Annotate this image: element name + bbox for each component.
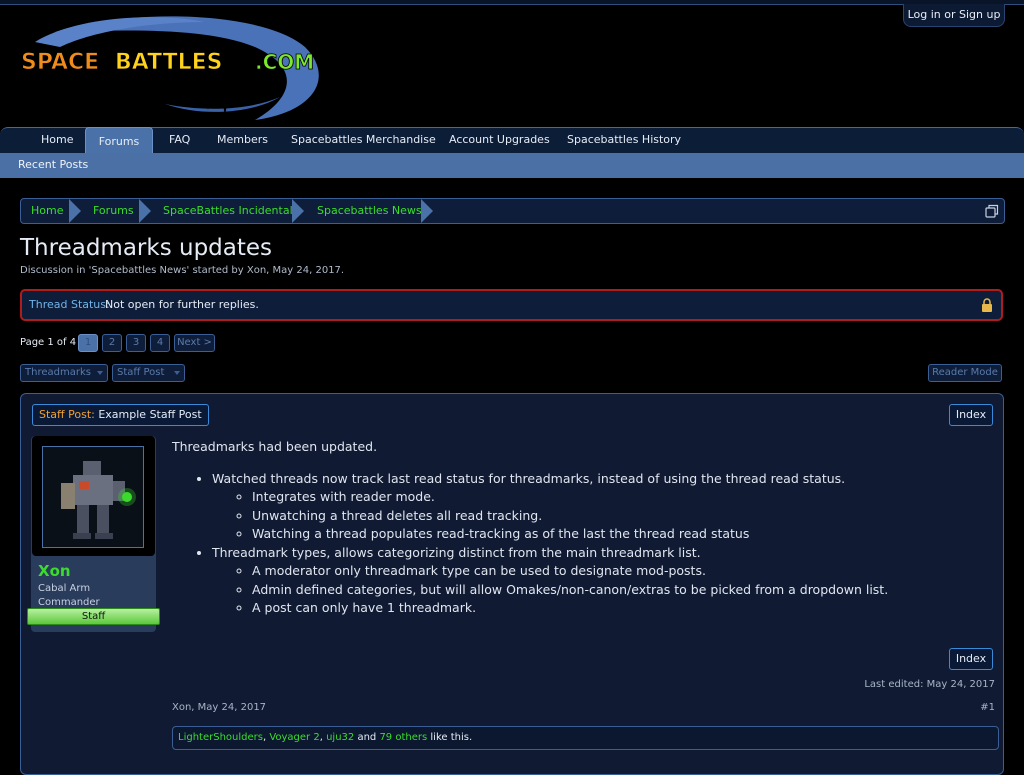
site-logo[interactable]: SPACE BATTLES .COM: [15, 12, 335, 122]
post-container: Staff Post: Example Staff Post Index Xon: [20, 393, 1004, 775]
user-card: Xon Cabal Arm Commander Staff: [27, 436, 160, 632]
last-edited: Last edited: May 24, 2017: [864, 679, 995, 690]
page-button-1[interactable]: 1: [78, 334, 98, 352]
likes-suffix: like this.: [427, 732, 473, 743]
tab-members[interactable]: Members: [217, 128, 268, 154]
chevron-down-icon: [174, 371, 180, 375]
list-item: Integrates with reader mode.: [252, 488, 972, 507]
threadmark-title: Example Staff Post: [98, 408, 202, 421]
threadmarks-dropdown-label: Threadmarks: [25, 367, 91, 378]
list-item: A moderator only threadmark type can be …: [252, 562, 972, 581]
list-item: Admin defined categories, but will allow…: [252, 581, 972, 600]
breadcrumb-separator-icon: [292, 199, 304, 223]
subnav-recent-posts[interactable]: Recent Posts: [18, 153, 88, 177]
page-button-3[interactable]: 3: [126, 334, 146, 352]
post-intro: Threadmarks had been updated.: [172, 439, 378, 454]
index-button-bottom[interactable]: Index: [949, 648, 993, 670]
list-item-text: Threadmark types, allows categorizing di…: [212, 544, 701, 560]
login-signup-button[interactable]: Log in or Sign up: [903, 4, 1005, 27]
svg-text:.COM: .COM: [255, 50, 314, 74]
top-bar: [0, 0, 1024, 5]
list-item: Watched threads now track last read stat…: [212, 470, 972, 544]
like-user-link[interactable]: LighterShoulders: [178, 732, 263, 743]
page-indicator: Page 1 of 4: [20, 337, 77, 348]
lock-icon: [982, 298, 992, 312]
avatar-frame: [32, 436, 155, 556]
post-author-name[interactable]: Xon: [38, 562, 71, 580]
index-button-top[interactable]: Index: [949, 404, 993, 426]
svg-text:BATTLES: BATTLES: [115, 50, 223, 75]
breadcrumb-news[interactable]: Spacebattles News: [317, 199, 422, 223]
tab-home[interactable]: Home: [41, 128, 73, 154]
breadcrumb-separator-icon: [139, 199, 151, 223]
breadcrumb-incidentals[interactable]: SpaceBattles Incidentals: [163, 199, 298, 223]
staff-badge: Staff: [27, 608, 160, 625]
thread-status-label: Thread Status:: [29, 298, 110, 311]
like-user-link[interactable]: uju32: [326, 732, 354, 743]
page-button-4[interactable]: 4: [150, 334, 170, 352]
tab-account-upgrades[interactable]: Account Upgrades: [449, 128, 550, 154]
post-number[interactable]: #1: [980, 702, 995, 713]
threadmark-label[interactable]: Staff Post: Example Staff Post: [32, 404, 209, 426]
breadcrumb-separator-icon: [421, 199, 433, 223]
tab-history[interactable]: Spacebattles History: [567, 128, 681, 154]
list-item-text: Watched threads now track last read stat…: [212, 470, 846, 486]
next-page-button[interactable]: Next >: [174, 334, 215, 352]
threadmark-kind: Staff Post:: [39, 408, 95, 421]
post-bullet-list: Watched threads now track last read stat…: [172, 470, 972, 618]
likes-summary: LighterShoulders, Voyager 2, uju32 and 7…: [172, 726, 999, 750]
page-title: Threadmarks updates: [20, 235, 273, 261]
list-item: Watching a thread populates read-trackin…: [252, 525, 972, 544]
like-user-link[interactable]: Voyager 2: [269, 732, 319, 743]
breadcrumb-separator-icon: [69, 199, 81, 223]
svg-text:SPACE: SPACE: [21, 50, 99, 75]
post-author-title: Cabal Arm Commander: [38, 582, 100, 610]
reader-mode-button[interactable]: Reader Mode: [928, 364, 1002, 382]
breadcrumb-forums[interactable]: Forums: [93, 199, 134, 223]
threadmarks-dropdown[interactable]: Threadmarks: [20, 364, 108, 382]
list-item: Threadmark types, allows categorizing di…: [212, 544, 972, 618]
chevron-down-icon: [97, 371, 103, 375]
tab-faq[interactable]: FAQ: [169, 128, 190, 154]
thread-description: Discussion in 'Spacebattles News' starte…: [20, 265, 345, 276]
staff-post-dropdown[interactable]: Staff Post: [112, 364, 185, 382]
likes-and: and: [354, 732, 380, 743]
breadcrumb: Home Forums SpaceBattles Incidentals Spa…: [20, 198, 1005, 224]
thread-status-banner: Thread Status: Not open for further repl…: [20, 289, 1003, 321]
breadcrumb-home[interactable]: Home: [31, 199, 63, 223]
post-author-title-line1: Cabal Arm: [38, 583, 91, 594]
list-item: Unwatching a thread deletes all read tra…: [252, 507, 972, 526]
list-item: A post can only have 1 threadmark.: [252, 599, 972, 618]
avatar[interactable]: [42, 446, 144, 548]
post-meta[interactable]: Xon, May 24, 2017: [172, 702, 266, 713]
sub-nav: Recent Posts: [0, 153, 1024, 178]
post-body: Threadmarks had been updated. Watched th…: [172, 438, 972, 618]
likes-others-link[interactable]: 79 others: [379, 732, 427, 743]
expand-icon[interactable]: [985, 204, 999, 218]
tab-merchandise[interactable]: Spacebattles Merchandise: [291, 128, 436, 154]
staff-post-dropdown-label: Staff Post: [117, 367, 165, 378]
tab-forums[interactable]: Forums: [85, 127, 153, 156]
main-nav: Home Forums FAQ Members Spacebattles Mer…: [0, 127, 1024, 156]
thread-status-value: Not open for further replies.: [105, 298, 259, 311]
page-button-2[interactable]: 2: [102, 334, 122, 352]
